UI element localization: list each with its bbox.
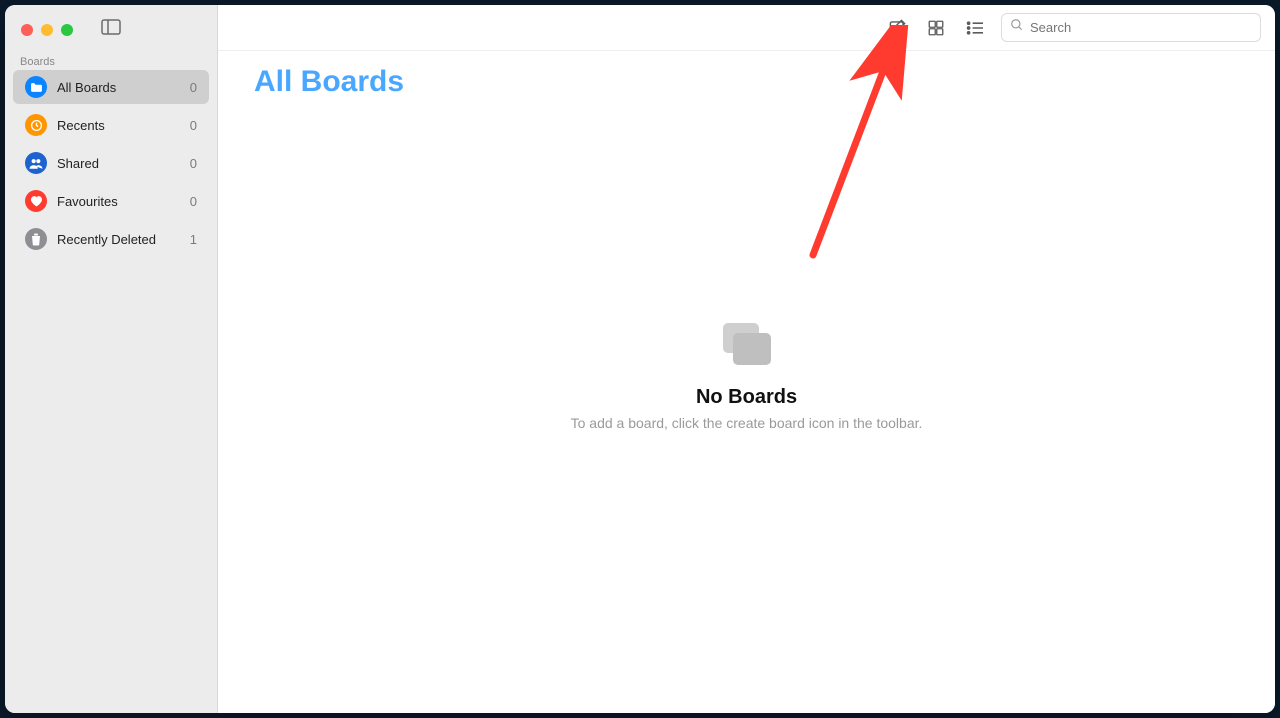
sidebar-item-shared[interactable]: Shared 0: [13, 146, 209, 180]
sidebar-item-label: All Boards: [57, 80, 116, 95]
sidebar-item-count: 0: [190, 80, 197, 95]
sidebar-item-label: Favourites: [57, 194, 118, 209]
fullscreen-window-button[interactable]: [61, 24, 73, 36]
close-window-button[interactable]: [21, 24, 33, 36]
app-window: Boards All Boards 0 Recents 0 Shared 0: [5, 5, 1275, 713]
boards-stack-icon: [719, 321, 775, 374]
grid-icon: [927, 19, 945, 37]
sidebar-item-recents[interactable]: Recents 0: [13, 108, 209, 142]
search-field[interactable]: [1001, 13, 1261, 42]
sidebar: Boards All Boards 0 Recents 0 Shared 0: [5, 5, 218, 713]
heart-icon: [25, 190, 47, 212]
sidebar-item-count: 0: [190, 194, 197, 209]
list-view-button[interactable]: [961, 16, 989, 40]
sidebar-section-label: Boards: [5, 50, 217, 70]
compose-icon: [888, 18, 907, 37]
people-icon: [25, 152, 47, 174]
empty-state-subtitle: To add a board, click the create board i…: [571, 415, 923, 431]
sidebar-item-all-boards[interactable]: All Boards 0: [13, 70, 209, 104]
main-area: All Boards No Boards To add a board, cli…: [218, 5, 1275, 713]
minimize-window-button[interactable]: [41, 24, 53, 36]
toggle-sidebar-button[interactable]: [101, 19, 121, 40]
sidebar-item-count: 0: [190, 118, 197, 133]
sidebar-item-label: Shared: [57, 156, 99, 171]
new-board-button[interactable]: [884, 14, 911, 41]
folder-icon: [25, 76, 47, 98]
sidebar-item-count: 0: [190, 156, 197, 171]
sidebar-item-count: 1: [190, 232, 197, 247]
search-icon: [1010, 18, 1024, 37]
clock-icon: [25, 114, 47, 136]
window-controls: [5, 5, 217, 50]
sidebar-item-label: Recents: [57, 118, 105, 133]
toolbar: [218, 5, 1275, 51]
search-input[interactable]: [1030, 20, 1252, 35]
list-icon: [965, 20, 985, 36]
empty-state-title: No Boards: [696, 386, 797, 409]
sidebar-item-recently-deleted[interactable]: Recently Deleted 1: [13, 222, 209, 256]
grid-view-button[interactable]: [923, 15, 949, 41]
sidebar-item-favourites[interactable]: Favourites 0: [13, 184, 209, 218]
sidebar-item-label: Recently Deleted: [57, 232, 156, 247]
empty-state: No Boards To add a board, click the crea…: [218, 69, 1275, 683]
trash-icon: [25, 228, 47, 250]
sidebar-icon: [101, 19, 121, 35]
